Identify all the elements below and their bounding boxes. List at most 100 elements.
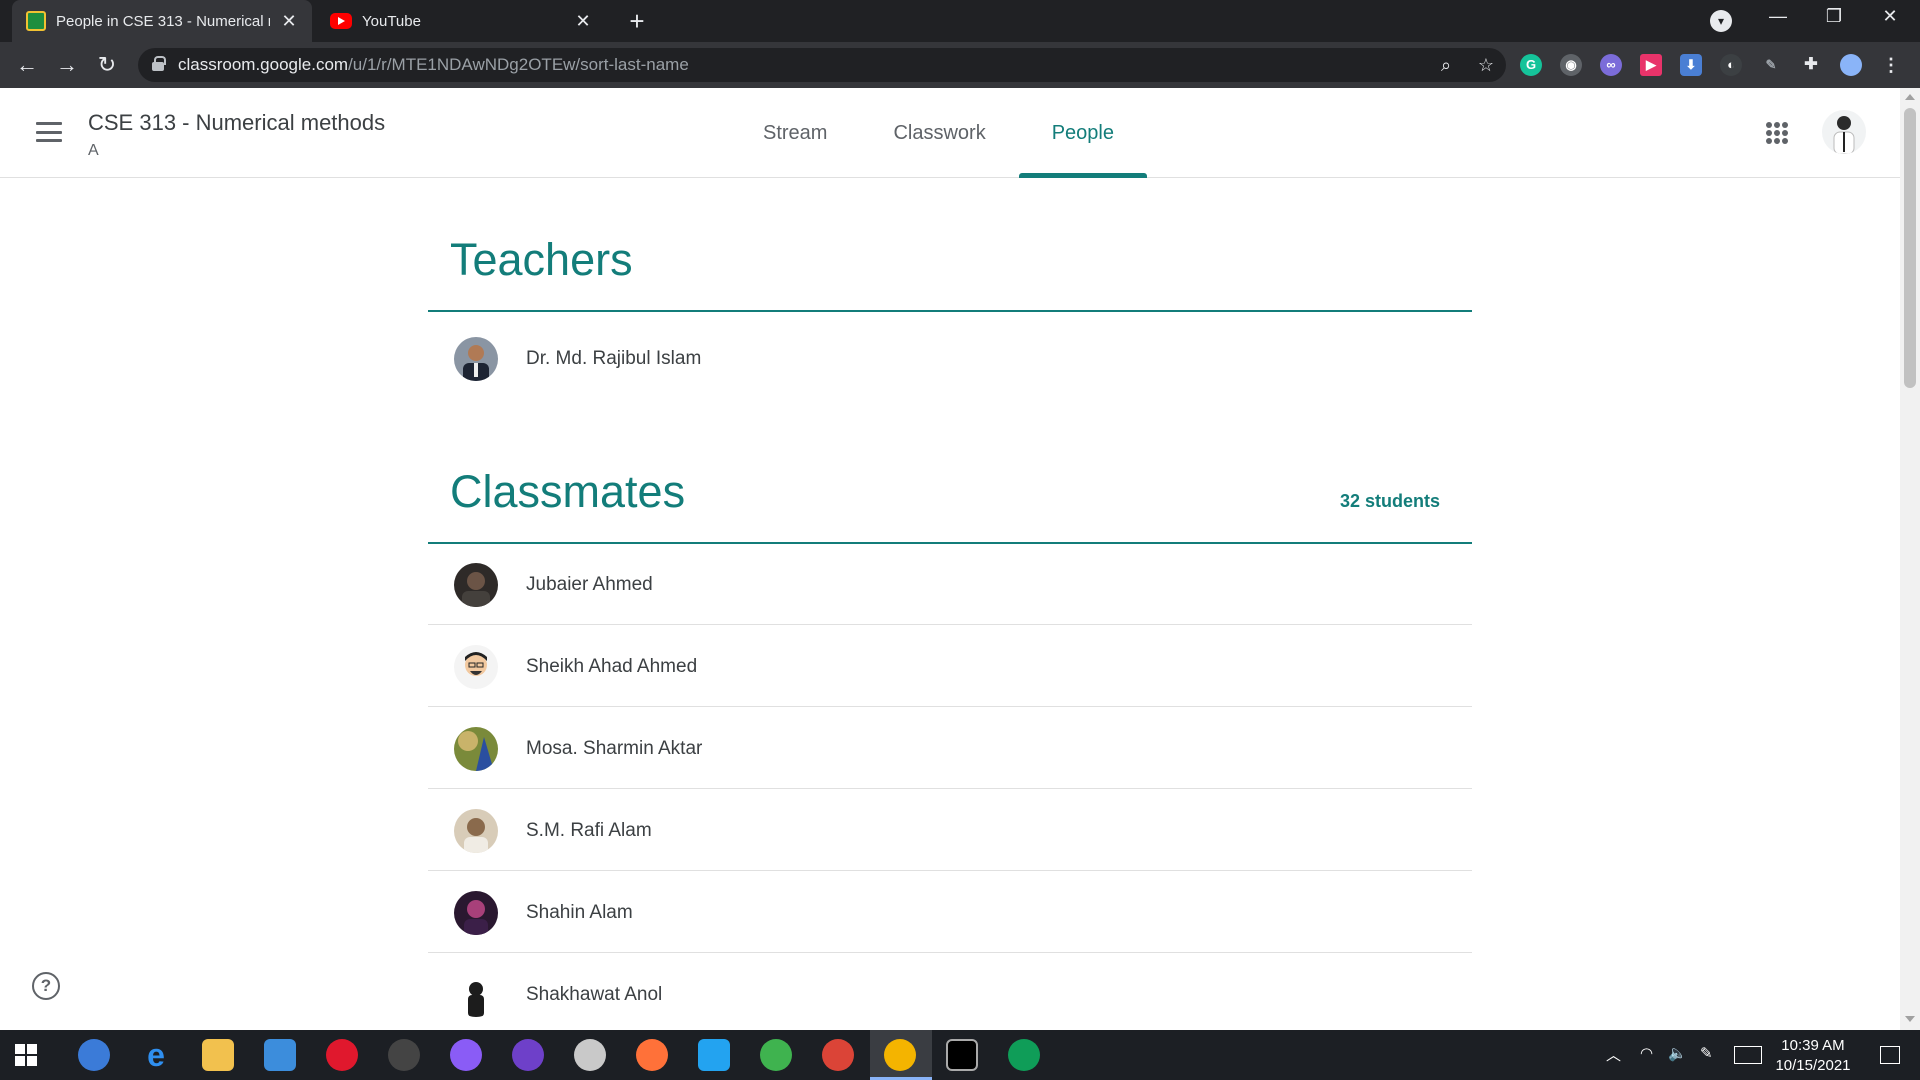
tab-title: People in CSE 313 - Numerical m	[56, 12, 270, 30]
window-close-icon[interactable]: ✕	[1870, 6, 1910, 36]
pen-extension-icon[interactable]: ✎	[1760, 54, 1782, 76]
windows-taskbar: e ︿ ◠ 🔈 ✎ 10:39 AM 10/15/2021	[0, 1030, 1920, 1080]
vscode-icon[interactable]	[698, 1039, 730, 1071]
chrome-icon[interactable]	[1008, 1039, 1040, 1071]
student-name: Shahin Alam	[526, 902, 633, 923]
google-apps-icon[interactable]	[1766, 122, 1788, 144]
help-icon[interactable]: ?	[32, 972, 60, 1000]
close-icon[interactable]: ✕	[574, 11, 592, 32]
chrome-icon[interactable]	[884, 1039, 916, 1071]
class-nav-tabs: Stream Classwork People	[730, 88, 1148, 178]
list-item[interactable]: Shakhawat Anol	[428, 953, 1472, 1030]
avatar	[454, 337, 498, 381]
scroll-up-icon[interactable]	[1905, 94, 1915, 100]
pen-icon[interactable]: ✎	[1700, 1044, 1713, 1062]
extension-icon[interactable]: ◐	[1720, 54, 1742, 76]
menu-dots-icon[interactable]: ⋮	[1880, 54, 1902, 76]
course-section: A	[88, 142, 99, 159]
clock-date: 10/15/2021	[1775, 1057, 1851, 1074]
scrollbar-thumb[interactable]	[1904, 108, 1916, 388]
classroom-favicon-icon	[26, 11, 46, 31]
mail-icon[interactable]	[264, 1039, 296, 1071]
section-divider	[428, 310, 1472, 312]
student-name: Sheikh Ahad Ahmed	[526, 656, 698, 677]
extension-icon[interactable]: ∞	[1600, 54, 1622, 76]
messenger-icon[interactable]	[450, 1039, 482, 1071]
list-item[interactable]: Mosa. Sharmin Aktar	[428, 707, 1472, 789]
play-extension-icon[interactable]: ▶	[1640, 54, 1662, 76]
tab-classroom[interactable]: People in CSE 313 - Numerical m ✕	[12, 0, 312, 42]
tab-people[interactable]: People	[1018, 88, 1148, 178]
youtube-favicon-icon	[330, 13, 352, 29]
forward-arrow-icon[interactable]: →	[52, 50, 82, 80]
new-tab-button[interactable]: +	[622, 6, 652, 36]
main-menu-icon[interactable]	[36, 122, 62, 142]
avatar	[454, 809, 498, 853]
close-icon[interactable]: ✕	[280, 11, 298, 32]
teacher-name: Dr. Md. Rajibul Islam	[526, 348, 702, 369]
edge-icon[interactable]: e	[140, 1039, 172, 1071]
classmates-heading: Classmates	[450, 466, 686, 517]
windows-start-icon[interactable]	[14, 1043, 38, 1067]
avatar	[454, 645, 498, 689]
notifications-icon[interactable]	[1880, 1046, 1900, 1064]
avatar	[454, 563, 498, 607]
tab-classwork[interactable]: Classwork	[860, 88, 1018, 178]
student-count: 32 students	[1339, 491, 1440, 511]
zoom-icon[interactable]: ⌕	[1434, 53, 1458, 77]
satellite-app-icon[interactable]	[388, 1039, 420, 1071]
app-icon[interactable]	[760, 1039, 792, 1071]
list-item[interactable]: Sheikh Ahad Ahmed	[428, 625, 1472, 707]
list-item[interactable]: Shahin Alam	[428, 871, 1472, 953]
student-name: Mosa. Sharmin Aktar	[526, 738, 703, 759]
lock-icon[interactable]	[152, 56, 166, 71]
profile-avatar[interactable]	[1840, 54, 1862, 76]
camera-extension-icon[interactable]: ◉	[1560, 54, 1582, 76]
avatar	[454, 973, 498, 1017]
course-title[interactable]: CSE 313 - Numerical methods	[88, 110, 385, 136]
avatar	[454, 891, 498, 935]
scroll-down-icon[interactable]	[1905, 1016, 1915, 1022]
list-item[interactable]: S.M. Rafi Alam	[428, 789, 1472, 871]
page-scrollbar[interactable]	[1900, 88, 1920, 1030]
firefox-icon[interactable]	[636, 1039, 668, 1071]
list-item[interactable]: Jubaier Ahmed	[428, 543, 1472, 625]
chevron-up-icon[interactable]: ︿	[1606, 1044, 1621, 1065]
volume-icon[interactable]: 🔈	[1668, 1044, 1687, 1062]
chrome-icon[interactable]	[822, 1039, 854, 1071]
tab-search-icon[interactable]: ▾	[1710, 10, 1732, 32]
avatar	[454, 727, 498, 771]
address-bar[interactable]: classroom.google.com/u/1/r/MTE1NDAwNDg2O…	[138, 48, 1506, 82]
classroom-page: CSE 313 - Numerical methods A Stream Cla…	[0, 88, 1900, 1030]
app-bar: CSE 313 - Numerical methods A Stream Cla…	[0, 88, 1900, 178]
back-arrow-icon[interactable]: ←	[12, 50, 42, 80]
qbittorrent-icon[interactable]	[78, 1039, 110, 1071]
student-name: Jubaier Ahmed	[526, 574, 653, 595]
url-text: classroom.google.com/u/1/r/MTE1NDAwNDg2O…	[178, 55, 689, 74]
tab-stream[interactable]: Stream	[730, 88, 860, 178]
github-icon[interactable]	[512, 1039, 544, 1071]
reload-icon[interactable]: ↻	[92, 50, 122, 80]
bookmark-star-icon[interactable]: ☆	[1474, 53, 1498, 77]
browser-tab-strip: People in CSE 313 - Numerical m ✕ YouTub…	[0, 0, 1920, 42]
file-explorer-icon[interactable]	[202, 1039, 234, 1071]
system-clock[interactable]: 10:39 AM 10/15/2021	[1758, 1036, 1868, 1076]
tab-youtube[interactable]: YouTube ✕	[316, 0, 606, 42]
app-icon[interactable]	[574, 1039, 606, 1071]
tab-title: YouTube	[362, 12, 421, 30]
extensions-puzzle-icon[interactable]: ✚	[1800, 54, 1822, 76]
account-avatar[interactable]	[1822, 110, 1866, 154]
grammarly-extension-icon[interactable]: G	[1520, 54, 1542, 76]
browser-toolbar: ← → ↻ classroom.google.com/u/1/r/MTE1NDA…	[0, 42, 1920, 88]
minimize-icon[interactable]: —	[1758, 6, 1798, 36]
teacher-row[interactable]: Dr. Md. Rajibul Islam	[428, 317, 1472, 399]
student-name: S.M. Rafi Alam	[526, 820, 652, 841]
opera-icon[interactable]	[326, 1039, 358, 1071]
teachers-heading: Teachers	[450, 234, 633, 285]
wifi-icon[interactable]: ◠	[1640, 1044, 1653, 1062]
restore-icon[interactable]: ❐	[1814, 6, 1854, 36]
student-name: Shakhawat Anol	[526, 984, 663, 1005]
download-extension-icon[interactable]: ⬇	[1680, 54, 1702, 76]
clock-time: 10:39 AM	[1781, 1037, 1845, 1054]
terminal-icon[interactable]	[946, 1039, 978, 1071]
